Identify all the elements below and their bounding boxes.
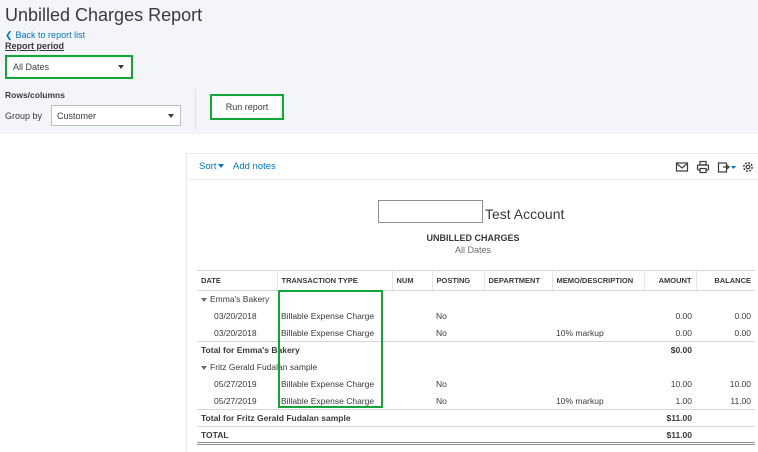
cell-amount: 1.00 <box>675 395 692 406</box>
grand-total-row: TOTAL $11.00 <box>197 426 755 445</box>
cell-memo: 10% markup <box>556 327 604 338</box>
group-by-select[interactable]: Customer <box>51 105 181 126</box>
cell-posting: No <box>436 311 447 321</box>
report-period-label: Report period <box>5 41 65 51</box>
rows-columns-label: Rows/columns <box>5 90 65 100</box>
column-header[interactable]: AMOUNT <box>644 270 697 291</box>
report-filter-panel: Unbilled Charges Report ❮ Back to report … <box>0 0 758 134</box>
chevron-down-icon <box>118 65 124 69</box>
collapse-triangle-icon[interactable] <box>201 298 207 302</box>
cell-date: 03/20/2018 <box>214 311 257 321</box>
back-to-report-list-link[interactable]: ❮ Back to report list <box>5 30 85 41</box>
chevron-left-icon: ❮ <box>5 30 13 40</box>
chevron-down-icon <box>218 164 225 169</box>
column-header[interactable]: MEMO/DESCRIPTION <box>552 270 645 291</box>
group-total-amount: $11.00 <box>644 409 696 427</box>
cell-num <box>392 376 432 393</box>
cell-amount: 10.00 <box>670 379 692 389</box>
cell-memo <box>552 308 644 325</box>
report-date-range: All Dates <box>454 245 491 255</box>
cell-department <box>484 308 552 325</box>
collapse-triangle-icon[interactable] <box>201 365 207 370</box>
cell-posting: No <box>436 327 447 338</box>
cell-num <box>392 325 432 342</box>
cell-department <box>484 393 552 410</box>
column-header[interactable]: TRANSACTION TYPE <box>277 270 393 291</box>
settings-icon[interactable] <box>741 160 755 174</box>
company-logo-placeholder <box>378 200 483 223</box>
group-total-row: Total for Fritz Gerald Fudalan sample $1… <box>197 409 755 427</box>
cell-posting: No <box>436 379 447 389</box>
cell-balance: 10.00 <box>729 379 751 389</box>
email-icon[interactable] <box>675 160 689 174</box>
report-body: Sort Add notes Test Account UNBILLED CHA… <box>186 153 758 452</box>
cell-balance: 0.00 <box>734 311 751 321</box>
report-toolbar: Sort Add notes <box>187 154 758 180</box>
company-name: Test Account <box>485 206 565 222</box>
cell-memo: 10% markup <box>556 395 604 406</box>
filter-divider <box>195 89 196 129</box>
run-report-button[interactable]: Run report <box>214 97 280 117</box>
report-period-value: All Dates <box>13 62 50 72</box>
cell-num <box>392 308 432 325</box>
column-header[interactable]: POSTING <box>432 270 485 291</box>
cell-amount: 0.00 <box>675 327 692 338</box>
group-total-label: Total for Emma's Bakery <box>197 341 644 359</box>
grand-total-amount: $11.00 <box>644 426 696 445</box>
grand-total-label: TOTAL <box>197 426 644 445</box>
cell-num <box>392 393 432 410</box>
group-by-label: Group by <box>5 111 43 121</box>
column-header[interactable]: NUM <box>392 270 433 291</box>
sort-dropdown[interactable]: Sort <box>199 161 225 172</box>
cell-department <box>484 376 552 393</box>
column-header[interactable]: BALANCE <box>696 270 755 291</box>
highlight-transaction-type <box>278 290 383 408</box>
cell-memo <box>552 376 644 393</box>
report-period-select[interactable]: All Dates <box>8 58 130 76</box>
report-title: UNBILLED CHARGES <box>426 233 520 243</box>
back-link-label: Back to report list <box>15 30 86 40</box>
cell-balance: 11.00 <box>730 395 751 406</box>
export-icon[interactable] <box>717 160 737 174</box>
cell-date: 03/20/2018 <box>214 327 257 338</box>
add-notes-link[interactable]: Add notes <box>233 161 276 172</box>
group-total-label: Total for Fritz Gerald Fudalan sample <box>197 409 644 427</box>
cell-date: 05/27/2019 <box>214 395 257 406</box>
group-name: Emma's Bakery <box>210 294 270 305</box>
column-header[interactable]: DATE <box>197 270 278 291</box>
cell-date: 05/27/2019 <box>214 379 257 389</box>
page-title: Unbilled Charges Report <box>5 5 203 25</box>
cell-department <box>484 325 552 342</box>
group-by-value: Customer <box>57 110 97 121</box>
cell-amount: 0.00 <box>675 311 692 321</box>
cell-posting: No <box>436 395 447 406</box>
cell-balance: 0.00 <box>734 327 751 338</box>
column-header[interactable]: DEPARTMENT <box>484 270 553 291</box>
column-header-row: DATE TRANSACTION TYPE NUM POSTING DEPART… <box>197 270 755 291</box>
group-total-amount: $0.00 <box>644 341 696 359</box>
chevron-down-icon <box>168 113 174 118</box>
sort-label: Sort <box>199 161 217 172</box>
print-icon[interactable] <box>696 160 710 174</box>
